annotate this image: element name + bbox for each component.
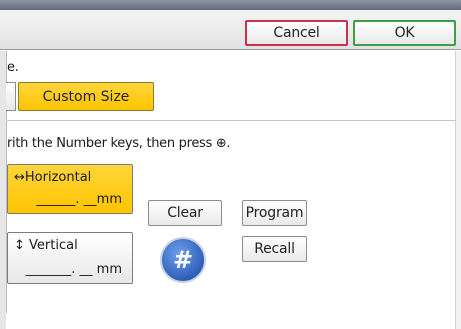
- paper-size-button-partial[interactable]: [6, 82, 16, 111]
- horizontal-label: ↔Horizontal: [14, 170, 92, 185]
- instruction-text-2: rith the Number keys, then press ⊕.: [7, 136, 231, 151]
- right-edge-scroll: [455, 51, 461, 329]
- program-button[interactable]: Program: [242, 200, 307, 226]
- section-divider: [6, 120, 456, 121]
- clear-button[interactable]: Clear: [148, 200, 222, 226]
- recall-button[interactable]: Recall: [242, 236, 307, 262]
- custom-size-button[interactable]: Custom Size: [18, 82, 154, 111]
- vertical-label: ↕ Vertical: [14, 238, 78, 253]
- vertical-value: _______. __ mm: [25, 262, 122, 277]
- vertical-size-button[interactable]: ↕ Vertical _______. __ mm: [7, 232, 133, 284]
- instruction-text-1: e.: [7, 60, 19, 75]
- horizontal-size-button[interactable]: ↔Horizontal ______. __mm: [7, 164, 133, 214]
- ok-button[interactable]: OK: [353, 20, 456, 46]
- top-status-strip: [0, 0, 461, 10]
- cancel-button[interactable]: Cancel: [245, 20, 348, 46]
- horizontal-value: ______. __mm: [36, 192, 122, 207]
- hash-icon: #: [172, 246, 194, 274]
- hash-enter-button[interactable]: #: [160, 237, 206, 283]
